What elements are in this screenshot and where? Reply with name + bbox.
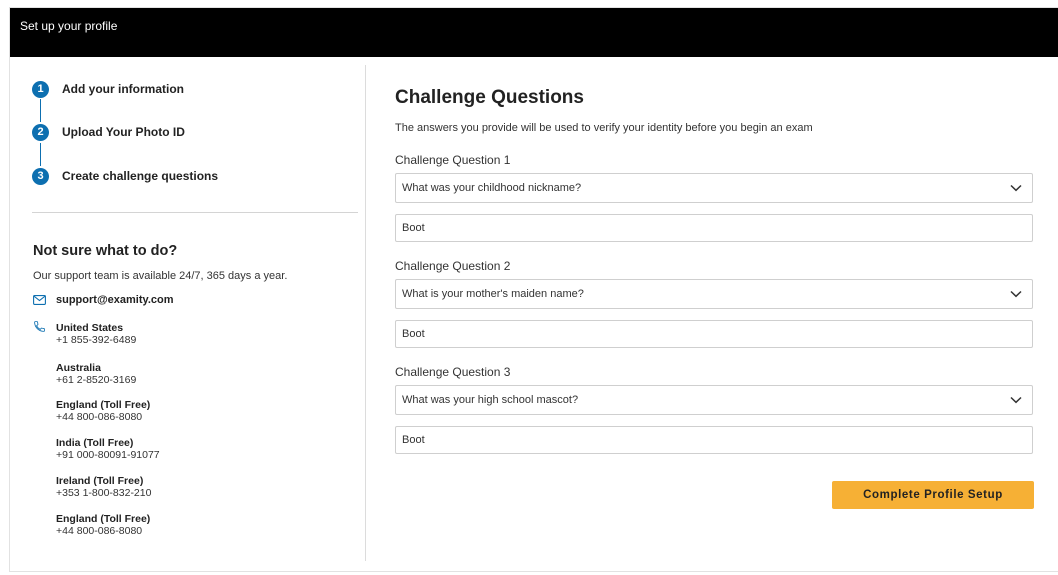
support-email[interactable]: support@examity.com xyxy=(56,294,174,306)
phone-number[interactable]: +44 800-086-8080 xyxy=(56,411,150,423)
phone-country: England (Toll Free) xyxy=(56,513,151,525)
sidebar-divider xyxy=(32,212,358,213)
help-title: Not sure what to do? xyxy=(33,243,178,259)
chevron-down-icon[interactable] xyxy=(1009,181,1023,195)
question-label: Challenge Question 1 xyxy=(395,153,511,167)
phone-number[interactable]: +61 2-8520-3169 xyxy=(56,374,136,386)
phone-entry: Australia +61 2-8520-3169 xyxy=(56,362,136,386)
step-3: 3 Create challenge questions xyxy=(32,166,218,186)
question-1-answer[interactable] xyxy=(395,214,1033,242)
step-number: 1 xyxy=(32,80,49,98)
sidebar: 1 Add your information 2 Upload Your Pho… xyxy=(10,57,366,571)
question-1-select[interactable]: What was your childhood nickname? xyxy=(395,173,1033,203)
phone-number[interactable]: +1 855-392-6489 xyxy=(56,334,136,346)
select-value: What was your high school mascot? xyxy=(402,394,579,406)
phone-entry: Ireland (Toll Free) +353 1-800-832-210 xyxy=(56,475,151,499)
mail-icon xyxy=(32,294,46,306)
question-2-select[interactable]: What is your mother's maiden name? xyxy=(395,279,1033,309)
phone-icon xyxy=(32,320,46,332)
phone-number[interactable]: +91 000-80091-91077 xyxy=(56,449,160,461)
step-number: 3 xyxy=(32,167,49,185)
phone-number[interactable]: +353 1-800-832-210 xyxy=(56,487,151,499)
step-label: Upload Your Photo ID xyxy=(62,125,185,139)
step-label: Create challenge questions xyxy=(62,169,219,183)
step-connector xyxy=(40,143,41,166)
page-subtitle: The answers you provide will be used to … xyxy=(395,122,813,134)
phone-country: England (Toll Free) xyxy=(56,399,151,411)
phone-country: Australia xyxy=(56,362,101,374)
phone-icon-row xyxy=(32,320,56,332)
title-bar: Set up your profile xyxy=(10,8,1058,57)
phone-entry: India (Toll Free) +91 000-80091-91077 xyxy=(56,437,160,461)
window-title: Set up your profile xyxy=(20,19,118,33)
step-1: 1 Add your information xyxy=(32,79,184,99)
panel-divider xyxy=(365,65,366,561)
question-label: Challenge Question 2 xyxy=(395,259,511,273)
select-value: What was your childhood nickname? xyxy=(402,182,582,194)
question-3-select[interactable]: What was your high school mascot? xyxy=(395,385,1033,415)
phone-number[interactable]: +44 800-086-8080 xyxy=(56,525,150,537)
page-title: Challenge Questions xyxy=(395,87,584,108)
phone-entry: England (Toll Free) +44 800-086-8080 xyxy=(56,513,150,537)
phone-country: United States xyxy=(56,322,124,334)
chevron-down-icon[interactable] xyxy=(1009,287,1023,301)
app-window: Set up your profile 1 Add your informati… xyxy=(9,7,1058,572)
step-label: Add your information xyxy=(62,82,184,96)
chevron-down-icon[interactable] xyxy=(1009,393,1023,407)
phone-entry: England (Toll Free) +44 800-086-8080 xyxy=(56,399,150,423)
help-text: Our support team is available 24/7, 365 … xyxy=(33,270,288,282)
question-2-answer[interactable] xyxy=(395,320,1033,348)
question-label: Challenge Question 3 xyxy=(395,365,511,379)
step-2: 2 Upload Your Photo ID xyxy=(32,122,185,142)
step-connector xyxy=(40,99,41,122)
complete-profile-button[interactable]: Complete Profile Setup xyxy=(832,481,1034,509)
step-number: 2 xyxy=(32,123,49,141)
select-value: What is your mother's maiden name? xyxy=(402,288,584,300)
support-email-row[interactable]: support@examity.com xyxy=(32,294,174,306)
question-3-answer[interactable] xyxy=(395,426,1033,454)
phone-country: India (Toll Free) xyxy=(56,437,134,449)
phone-country: Ireland (Toll Free) xyxy=(56,475,144,487)
phone-entry: United States +1 855-392-6489 xyxy=(56,322,136,346)
